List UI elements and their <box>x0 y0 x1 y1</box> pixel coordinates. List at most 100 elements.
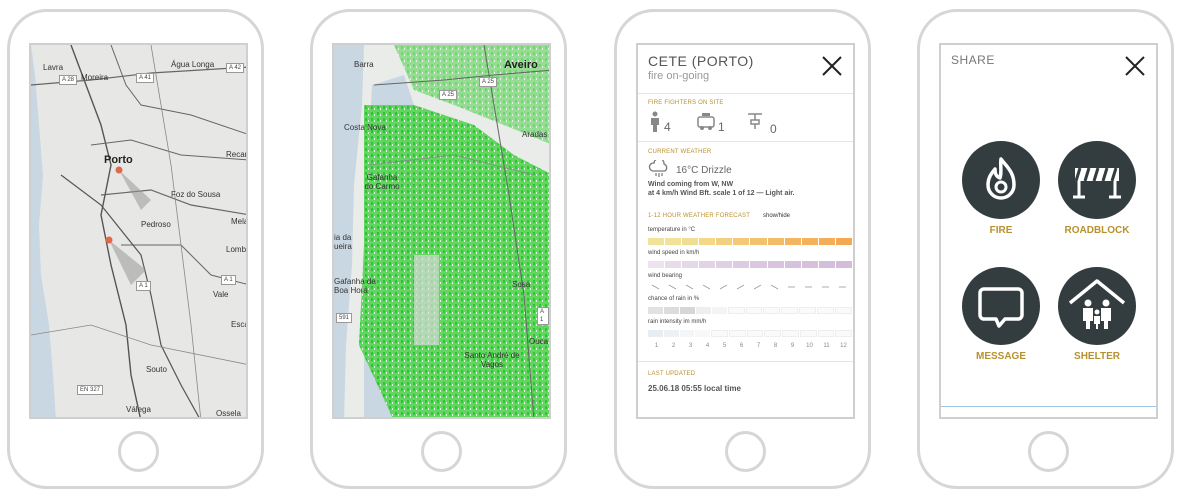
row-label: wind speed in km/h <box>648 250 700 256</box>
map-label: Foz do Sousa <box>171 190 221 199</box>
hour-label: 2 <box>671 343 676 349</box>
forecast-toggle[interactable]: show/hide <box>763 213 790 219</box>
road-shield: A 1 <box>221 275 236 285</box>
road-shield: A 25 <box>439 90 458 100</box>
hour-axis: 1 2 3 4 5 6 7 8 9 10 11 12 <box>648 343 852 349</box>
wind-description: at 4 km/h Wind Bft. scale 1 of 12 — Ligh… <box>648 190 795 197</box>
firefighter-count: 4 <box>664 120 671 134</box>
map-label: Sosa <box>512 280 531 289</box>
forecast-header: 1-12 HOUR WEATHER FORECAST <box>648 213 751 219</box>
map-label: Vale <box>213 290 229 299</box>
firefighter-icon <box>651 111 659 132</box>
message-icon <box>978 287 1024 328</box>
home-button[interactable] <box>118 431 159 472</box>
hour-label: 8 <box>773 343 778 349</box>
road-shield: A 1 <box>136 281 151 291</box>
road-shield: A 41 <box>136 73 155 83</box>
map-label: Barra <box>354 60 374 69</box>
map-label: Esca <box>231 320 248 329</box>
phone-share: SHARE FIRE ROADBLOCK MESSAGE SHELTER <box>917 9 1174 489</box>
row-label: wind bearing <box>648 273 683 279</box>
road-shield: A 25 <box>479 77 498 87</box>
share-title: SHARE <box>951 53 995 67</box>
map-label: Moreira <box>81 73 109 82</box>
shelter-label: SHELTER <box>1074 351 1120 362</box>
phone-fire-details: CETE (PORTO) fire on-going FIRE FIGHTERS… <box>614 9 871 489</box>
close-icon[interactable] <box>821 55 843 77</box>
last-updated-header: LAST UPDATED <box>648 371 696 377</box>
weather-summary: 16°C Drizzle <box>676 165 732 176</box>
road-shield: A 42 <box>226 63 245 73</box>
last-updated-value: 25.06.18 05:55 local time <box>648 384 741 393</box>
wind-bearing-arrows <box>651 284 846 290</box>
map-label: Costa Nova <box>344 123 386 132</box>
temperature-bar <box>648 238 852 245</box>
hour-label: 6 <box>739 343 744 349</box>
map-label: Ouca <box>529 337 549 346</box>
roadblock-button[interactable] <box>1058 141 1136 219</box>
map-label: Recarei <box>226 150 248 159</box>
divider <box>941 406 1156 407</box>
shelter-button[interactable] <box>1058 267 1136 345</box>
map-label: Lavra <box>43 63 64 72</box>
hour-label: 1 <box>654 343 659 349</box>
hour-label: 4 <box>705 343 710 349</box>
fire-details-panel: CETE (PORTO) fire on-going FIRE FIGHTERS… <box>636 43 855 419</box>
road-shield: A 28 <box>59 75 78 85</box>
fire-truck-icon <box>697 113 715 130</box>
divider <box>638 93 853 94</box>
close-icon[interactable] <box>1124 55 1146 77</box>
weather-header: CURRENT WEATHER <box>648 149 712 155</box>
row-label: chance of rain in % <box>648 296 700 302</box>
firefighters-header: FIRE FIGHTERS ON SITE <box>648 100 724 106</box>
hour-label: 3 <box>688 343 693 349</box>
hour-label: 10 <box>806 343 813 349</box>
phone-map-porto: Lavra Água Longa Moreira Porto Recarei F… <box>7 9 264 489</box>
details-header: CETE (PORTO) fire on-going <box>648 53 754 82</box>
row-label: temperature in °C <box>648 227 696 233</box>
flame-icon <box>986 157 1016 200</box>
share-panel: SHARE FIRE ROADBLOCK MESSAGE SHELTER <box>939 43 1158 419</box>
map-porto-roads <box>31 45 246 417</box>
hour-label: 7 <box>756 343 761 349</box>
map-label: Gafanha do Carmo <box>364 173 400 191</box>
map-label: Válega <box>126 405 151 414</box>
hour-label: 9 <box>790 343 795 349</box>
map-label-city: Aveiro <box>504 59 538 71</box>
road-shield: EN 327 <box>77 385 104 395</box>
map-aveiro[interactable]: Barra Aveiro Costa Nova Aradas Gafanha d… <box>332 43 551 419</box>
map-label: Pedroso <box>141 220 171 229</box>
map-label: ia da ueira <box>334 233 352 251</box>
home-button[interactable] <box>725 431 766 472</box>
wind-speed-bar <box>648 261 852 268</box>
roadblock-label: ROADBLOCK <box>1064 225 1130 236</box>
row-label: rain intensity im mm/h <box>648 319 707 325</box>
rain-chance-bar <box>648 307 853 314</box>
map-label: Mela <box>231 217 248 226</box>
wind-description: Wind coming from W, NW <box>648 181 734 188</box>
message-button[interactable] <box>962 267 1040 345</box>
fire-button[interactable] <box>962 141 1040 219</box>
hour-label: 5 <box>722 343 727 349</box>
phone-map-aveiro: Barra Aveiro Costa Nova Aradas Gafanha d… <box>310 9 567 489</box>
home-button[interactable] <box>1028 431 1069 472</box>
aircraft-icon <box>748 113 762 129</box>
shelter-icon <box>1068 279 1126 329</box>
fire-label: FIRE <box>989 225 1013 236</box>
message-label: MESSAGE <box>975 351 1026 362</box>
map-label: Lomba <box>226 245 247 254</box>
roadblock-icon <box>1073 167 1121 199</box>
map-label: Aradas <box>522 130 548 139</box>
drizzle-icon <box>648 160 668 177</box>
home-button[interactable] <box>421 431 462 472</box>
aircraft-count: 0 <box>770 122 777 136</box>
map-label: Gafanha da Boa Hora <box>334 277 376 295</box>
map-label: Santo André de Vagos <box>464 351 520 369</box>
divider <box>638 141 853 142</box>
hour-label: 11 <box>823 343 830 349</box>
road-shield: A 1 <box>537 307 549 325</box>
map-label: Ossela <box>216 409 241 418</box>
incident-title: CETE (PORTO) <box>648 53 754 69</box>
map-porto[interactable]: Lavra Água Longa Moreira Porto Recarei F… <box>29 43 248 419</box>
map-label-city: Porto <box>104 154 133 166</box>
